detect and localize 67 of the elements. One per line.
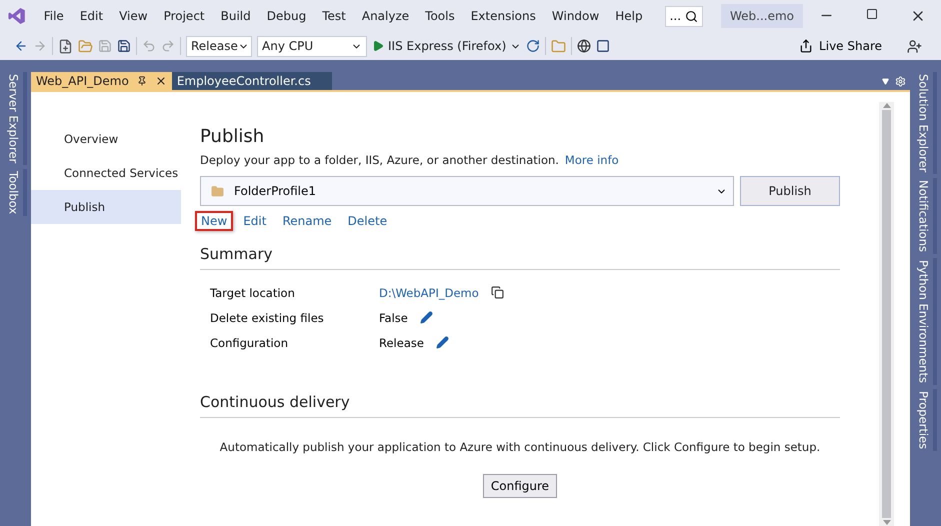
path-link[interactable]: D:\WebAPI_Demo [379, 286, 479, 300]
configuration-dropdown[interactable]: Release [186, 36, 252, 56]
platform-dropdown[interactable]: Any CPU [257, 36, 367, 56]
menu-item[interactable]: Test [314, 9, 354, 23]
search-field[interactable]: ... [664, 6, 703, 26]
menu-item[interactable]: Project [156, 9, 213, 23]
profile-action-link[interactable]: Delete [342, 211, 394, 231]
nav-item[interactable]: Connected Services [31, 156, 181, 190]
pin-icon[interactable] [136, 76, 147, 86]
menu-item[interactable]: Debug [258, 9, 314, 23]
share-icon[interactable] [799, 39, 814, 53]
configure-button[interactable]: Configure [483, 474, 557, 498]
tool-window-tab[interactable]: Server Explorer [4, 72, 26, 166]
save-all-icon[interactable] [117, 39, 131, 53]
tool-window-tab[interactable]: Notifications [914, 178, 936, 254]
pencil-icon[interactable] [420, 311, 433, 324]
run-button[interactable]: IIS Express (Firefox) [372, 39, 522, 53]
dropdown-icon[interactable] [882, 78, 889, 84]
refresh-icon[interactable] [526, 39, 540, 53]
profile-action-link[interactable]: New [195, 211, 234, 231]
setting-value: False [379, 310, 408, 324]
settings-icon[interactable] [895, 76, 906, 86]
tool-window-tab[interactable]: Python Environments [914, 258, 936, 386]
menu-item[interactable]: Build [212, 9, 259, 23]
document-tab[interactable]: Web_API_Demo [31, 72, 172, 90]
menu-item[interactable]: File [36, 9, 72, 23]
browser-icon[interactable] [596, 39, 610, 53]
menu-item[interactable]: View [111, 9, 156, 23]
logo-icon [8, 6, 26, 26]
description: Automatically publish your application to Azure with continuous delivery. Click Configure to begin setup. [218, 440, 822, 454]
new-file-icon[interactable] [58, 38, 73, 54]
close-icon[interactable] [154, 75, 167, 87]
page-title: Publish [200, 126, 266, 147]
nav-item[interactable]: Overview [31, 122, 181, 156]
live-share-button[interactable]: Live Share [799, 39, 882, 53]
setting-label: Target location [210, 286, 295, 300]
nav-item[interactable]: Publish [31, 190, 181, 224]
menu-item[interactable]: Edit [72, 9, 112, 23]
feedback-icon[interactable] [907, 38, 922, 54]
tool-window-tab[interactable]: Solution Explorer [914, 72, 936, 174]
tool-window-tab[interactable]: Toolbox [4, 169, 26, 216]
profile-action-link[interactable]: Edit [237, 211, 272, 231]
document-tab[interactable]: EmployeeController.cs [172, 72, 332, 90]
setting-label: Configuration [210, 336, 288, 350]
pencil-icon[interactable] [436, 336, 449, 349]
profile-dropdown[interactable]: FolderProfile1 [200, 176, 734, 206]
section-heading: Continuous delivery [200, 393, 840, 418]
search-icon[interactable] [684, 10, 698, 22]
window-title: Web...emo [720, 4, 803, 28]
more-info-link[interactable]: More info [564, 153, 619, 167]
globe-icon[interactable] [577, 39, 592, 53]
back-icon[interactable] [14, 39, 28, 53]
profile-action-link[interactable]: Rename [276, 211, 338, 231]
copy-icon[interactable] [490, 286, 504, 299]
menu-item[interactable]: Extensions [462, 9, 544, 23]
folder-icon [211, 184, 224, 198]
menu-item[interactable]: Help [607, 9, 651, 23]
tool-window-tab[interactable]: Properties [914, 389, 936, 452]
section-heading: Summary [200, 245, 840, 270]
menu-item[interactable]: Analyze [354, 9, 418, 23]
setting-label: Delete existing files [210, 310, 324, 324]
setting-value: Release [379, 336, 424, 350]
menu-item[interactable]: Tools [417, 9, 463, 23]
description: Deploy your app to a folder, IIS, Azure, or another destination. [200, 153, 559, 167]
menu-item[interactable]: Window [544, 9, 608, 23]
play-icon[interactable] [372, 40, 384, 52]
publish-button[interactable]: Publish [740, 176, 840, 206]
